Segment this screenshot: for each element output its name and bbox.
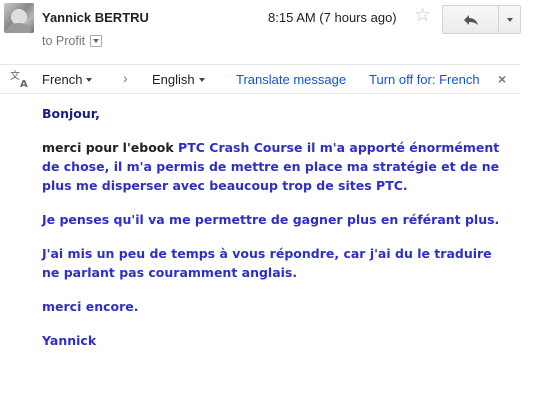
recipients-text: to Profit	[42, 34, 86, 48]
message-paragraph-1: merci pour l'ebook PTC Crash Course il m…	[42, 138, 512, 195]
recipients-line: to Profit	[42, 34, 103, 48]
message-timestamp: 8:15 AM (7 hours ago)	[268, 10, 397, 25]
source-language-caret-icon	[86, 77, 93, 82]
svg-text:文: 文	[10, 69, 20, 82]
close-icon[interactable]: ×	[498, 71, 506, 87]
reply-button[interactable]	[443, 6, 499, 33]
message-body: Bonjour, merci pour l'ebook PTC Crash Co…	[42, 104, 512, 365]
message-signature: Yannick	[42, 333, 97, 348]
translate-message-link[interactable]: Translate message	[236, 72, 346, 87]
target-language-caret-icon	[198, 77, 205, 82]
turn-off-translation-link[interactable]: Turn off for: French	[369, 72, 480, 87]
message-paragraph-1-prefix: merci pour l'ebook	[42, 140, 174, 155]
source-language-select[interactable]: French	[42, 72, 93, 87]
reply-button-group	[442, 5, 521, 34]
message-paragraph-4: merci encore.	[42, 299, 139, 314]
reply-icon	[463, 14, 478, 25]
avatar-body	[7, 23, 31, 33]
message-greeting: Bonjour,	[42, 106, 100, 121]
target-language-label: English	[152, 72, 195, 87]
message-paragraph-2: Je penses qu'il va me permettre de gagne…	[42, 212, 500, 227]
translate-bar: 文 A French › English Translate message T…	[0, 64, 520, 94]
star-icon[interactable]: ☆	[414, 6, 431, 26]
message-paragraph-3: J'ai mis un peu de temps à vous répondre…	[42, 246, 492, 280]
show-details-dropdown-icon[interactable]	[90, 35, 103, 47]
sender-name[interactable]: Yannick BERTRU	[42, 10, 149, 25]
sender-avatar[interactable]	[4, 3, 34, 33]
translate-arrow-icon: ›	[123, 70, 128, 86]
svg-text:A: A	[20, 79, 28, 89]
translate-icon: 文 A	[10, 69, 28, 89]
more-actions-button[interactable]	[499, 6, 520, 33]
target-language-select[interactable]: English	[152, 72, 205, 87]
source-language-label: French	[42, 72, 83, 87]
